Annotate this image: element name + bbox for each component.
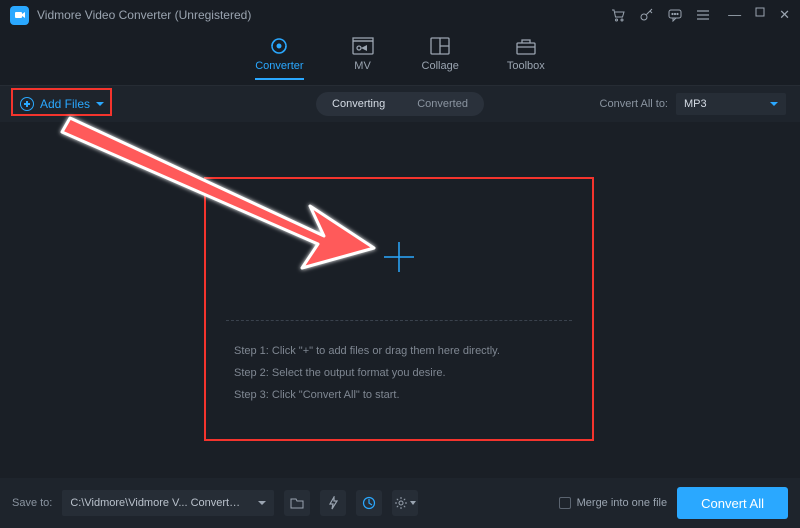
chevron-down-icon: [770, 102, 778, 106]
app-logo: [10, 6, 29, 25]
settings-button[interactable]: [392, 490, 418, 516]
bottom-bar: Save to: C:\Vidmore\Vidmore V... Convert…: [0, 478, 800, 528]
tab-label: Converter: [255, 60, 303, 72]
mv-icon: [352, 36, 374, 56]
close-button[interactable]: ✕: [779, 7, 790, 23]
checkbox-icon: [559, 497, 571, 509]
window-title: Vidmore Video Converter (Unregistered): [37, 8, 251, 22]
hardware-accel-button[interactable]: [320, 490, 346, 516]
titlebar: Vidmore Video Converter (Unregistered) —…: [0, 0, 800, 30]
high-speed-button[interactable]: [356, 490, 382, 516]
tab-toolbox[interactable]: Toolbox: [507, 36, 545, 80]
save-to-label: Save to:: [12, 497, 52, 509]
tab-label: Toolbox: [507, 60, 545, 72]
toolbox-icon: [516, 36, 536, 56]
collage-icon: [430, 36, 450, 56]
tab-label: Collage: [422, 60, 459, 72]
menu-icon[interactable]: [696, 9, 710, 21]
save-path-value: C:\Vidmore\Vidmore V... Converter\Conver…: [70, 497, 245, 509]
convert-all-label: Convert All: [701, 496, 764, 511]
converter-icon: [269, 36, 289, 56]
tab-mv[interactable]: MV: [352, 36, 374, 80]
annotation-arrow: [52, 108, 382, 278]
open-folder-button[interactable]: [284, 490, 310, 516]
tab-collage[interactable]: Collage: [422, 36, 459, 80]
tab-label: MV: [354, 60, 371, 72]
convert-all-button[interactable]: Convert All: [677, 487, 788, 519]
merge-checkbox[interactable]: Merge into one file: [559, 497, 668, 509]
feedback-icon[interactable]: [668, 9, 682, 22]
chevron-down-icon: [410, 501, 416, 505]
chevron-down-icon: [258, 501, 266, 505]
format-value: MP3: [684, 98, 707, 110]
converted-tab[interactable]: Converted: [401, 92, 484, 116]
minimize-button[interactable]: —: [728, 7, 741, 23]
key-icon[interactable]: [640, 8, 654, 22]
save-path-select[interactable]: C:\Vidmore\Vidmore V... Converter\Conver…: [62, 490, 274, 516]
maximize-button[interactable]: [755, 7, 765, 23]
convert-all-to-label: Convert All to:: [600, 98, 668, 110]
merge-label: Merge into one file: [577, 497, 668, 509]
tab-converter[interactable]: Converter: [255, 36, 303, 80]
cart-icon[interactable]: [611, 9, 626, 22]
output-format-select[interactable]: MP3: [676, 93, 786, 115]
main-tabs: Converter MV Collage Toolbox: [0, 30, 800, 86]
main-canvas: Step 1: Click "+" to add files or drag t…: [0, 122, 800, 472]
